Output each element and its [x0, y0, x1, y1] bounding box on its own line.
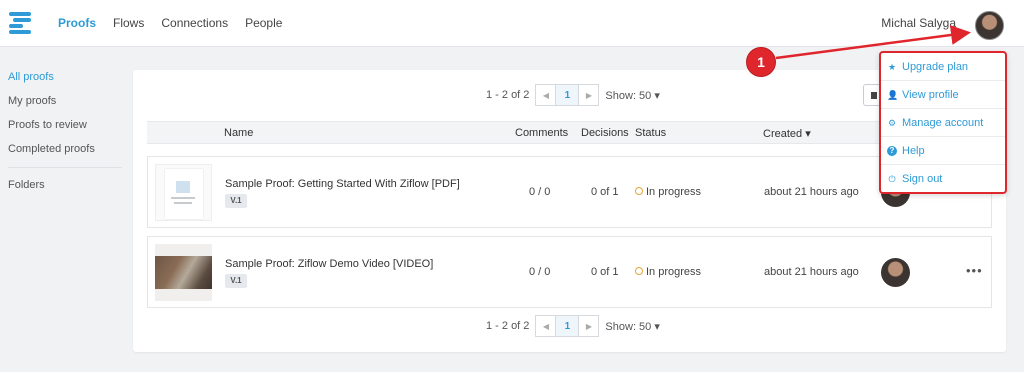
menu-item-upgrade-plan[interactable]: ★ Upgrade plan [881, 53, 1005, 81]
menu-item-label: Upgrade plan [902, 61, 969, 73]
annotation-arrow [775, 25, 971, 60]
menu-item-label: Manage account [902, 117, 984, 129]
menu-item-label: Sign out [902, 173, 943, 185]
star-icon: ★ [887, 62, 897, 72]
user-menu-dropdown: ★ Upgrade plan 👤 View profile ⚙ Manage a… [879, 51, 1007, 194]
menu-item-view-profile[interactable]: 👤 View profile [881, 81, 1005, 109]
menu-item-sign-out[interactable]: ⏻ Sign out [881, 165, 1005, 193]
menu-item-manage-account[interactable]: ⚙ Manage account [881, 109, 1005, 137]
menu-item-label: Help [902, 145, 925, 157]
gear-icon: ⚙ [887, 118, 897, 128]
menu-item-label: View profile [902, 89, 959, 101]
user-icon: 👤 [887, 90, 899, 100]
annotation-step-badge: 1 [746, 47, 776, 77]
help-icon: ? [887, 146, 897, 156]
power-icon: ⏻ [888, 174, 896, 184]
menu-item-help[interactable]: ? Help [881, 137, 1005, 165]
